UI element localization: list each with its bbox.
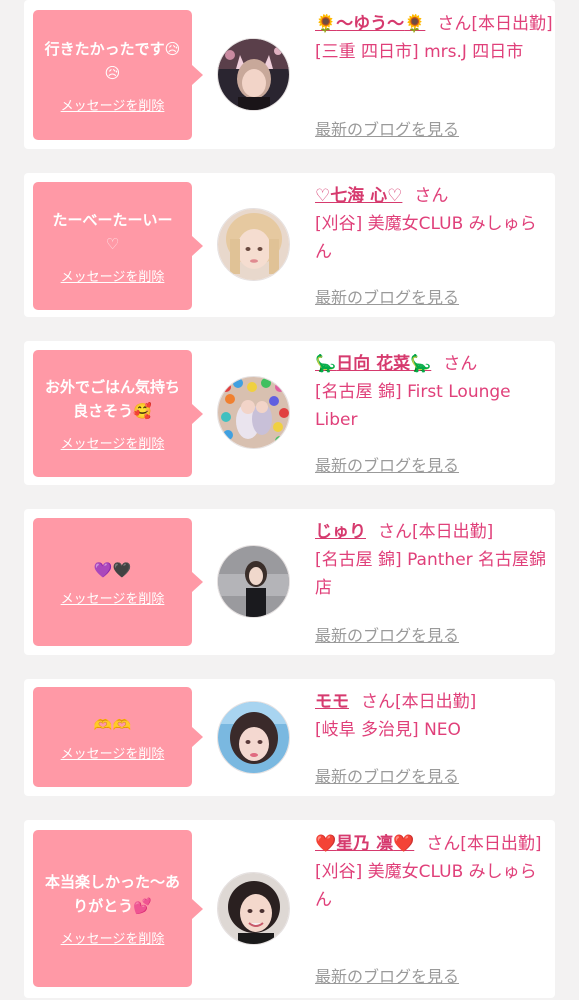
cast-name-link[interactable]: じゅり [315, 522, 366, 542]
message-bubble: 本当楽しかった〜ありがとう💕 メッセージを削除 [33, 830, 203, 987]
woman-smiling-photo-icon [218, 873, 289, 944]
attendance-status: [本日出勤] [471, 14, 553, 34]
girl-blue-light-photo-icon [218, 702, 289, 773]
cast-info: ♡七海 心♡ さん [刈谷] 美魔女CLUB みしゅらん [315, 182, 553, 266]
cast-info: 🌻〜ゆう〜🌻 さん[本日出勤] [三重 四日市] mrs.J 四日市 [315, 10, 553, 66]
latest-blog-link[interactable]: 最新のブログを見る [315, 284, 459, 308]
list-item: 💜🖤 メッセージを削除 じゅり さん[本日出勤] [名古屋 錦] Panther … [24, 509, 555, 655]
message-bubble: 🫶🫶 メッセージを削除 [33, 687, 203, 787]
dinosaur-icon: 🦕 [315, 354, 337, 374]
delete-message-link[interactable]: メッセージを削除 [61, 743, 165, 762]
latest-blog-link[interactable]: 最新のブログを見る [315, 963, 459, 987]
honorific-label: さん [361, 692, 395, 712]
list-item: たーべーたーいー ♡ メッセージを削除 ♡七海 心♡ さん [刈谷] 美魔女CLU… [24, 173, 555, 317]
honorific-label: さん [443, 354, 478, 374]
honorific-label: さん [426, 834, 461, 854]
cast-name-link[interactable]: ♡七海 心♡ [315, 186, 402, 206]
message-text: 本当楽しかった〜ありがとう💕 [44, 873, 180, 915]
cast-info: じゅり さん[本日出勤] [名古屋 錦] Panther 名古屋錦店 [315, 518, 553, 602]
panther-logo-photo-icon [218, 546, 289, 617]
message-bubble: お外でごはん気持ち良さそう🥰 メッセージを削除 [33, 350, 203, 477]
shop-link[interactable]: [刈谷] 美魔女CLUB みしゅらん [315, 862, 537, 910]
attendance-status: [本日出勤] [395, 692, 477, 712]
latest-blog-link[interactable]: 最新のブログを見る [315, 763, 459, 787]
attendance-status: [本日出勤] [412, 522, 494, 542]
heart-icon: ❤️ [393, 834, 415, 854]
heart-icon: ❤️ [315, 834, 337, 854]
cast-name-link[interactable]: ❤️星乃 凛❤️ [315, 834, 414, 854]
shop-link[interactable]: [名古屋 錦] First Lounge Liber [315, 382, 511, 430]
delete-message-link[interactable]: メッセージを削除 [61, 588, 165, 607]
avatar[interactable] [217, 208, 290, 281]
message-text: 💜🖤 [93, 560, 132, 579]
delete-message-link[interactable]: メッセージを削除 [61, 266, 165, 285]
heart-icon: ♡ [105, 234, 120, 253]
latest-blog-link[interactable]: 最新のブログを見る [315, 452, 459, 476]
message-text: 🫶🫶 [93, 715, 132, 734]
message-bubble: 💜🖤 メッセージを削除 [33, 518, 203, 646]
list-item: 行きたかったです😥😥 メッセージを削除 🌻〜ゆう〜🌻 さん[本日出勤] [三重 四… [24, 0, 555, 149]
girl-cat-ears-photo-icon [218, 39, 289, 110]
cast-info: ❤️星乃 凛❤️ さん[本日出勤] [刈谷] 美魔女CLUB みしゅらん [315, 830, 553, 914]
avatar[interactable] [217, 376, 290, 449]
shop-link[interactable]: [名古屋 錦] Panther 名古屋錦店 [315, 550, 546, 598]
cast-name-link[interactable]: 🦕日向 花菜🦕 [315, 354, 431, 374]
shop-link[interactable]: [岐阜 多治見] NEO [315, 720, 461, 740]
delete-message-link[interactable]: メッセージを削除 [61, 95, 165, 114]
cast-name-link[interactable]: モモ [315, 692, 349, 712]
message-text: お外でごはん気持ち良さそう🥰 [44, 378, 180, 420]
cast-name-link[interactable]: 🌻〜ゆう〜🌻 [315, 14, 425, 34]
sunflower-icon: 🌻 [404, 14, 426, 34]
delete-message-link[interactable]: メッセージを削除 [61, 433, 165, 452]
avatar[interactable] [217, 38, 290, 111]
list-item: お外でごはん気持ち良さそう🥰 メッセージを削除 🦕日向 花菜🦕 さん [名古屋 … [24, 341, 555, 485]
message-text: たーべーたーいー ♡ [52, 210, 173, 253]
message-text: 行きたかったです😥😥 [44, 39, 181, 82]
list-item: 本当楽しかった〜ありがとう💕 メッセージを削除 ❤️星乃 凛❤️ さん[本日出勤]… [24, 820, 555, 998]
attendance-status: [本日出勤] [460, 834, 542, 854]
cast-info: モモ さん[本日出勤] [岐阜 多治見] NEO [315, 688, 553, 744]
avatar[interactable] [217, 872, 290, 945]
delete-message-link[interactable]: メッセージを削除 [61, 928, 165, 947]
honorific-label: さん [378, 522, 412, 542]
honorific-label: さん [437, 14, 472, 34]
avatar[interactable] [217, 701, 290, 774]
avatar[interactable] [217, 545, 290, 618]
honorific-label: さん [414, 186, 449, 206]
cast-info: 🦕日向 花菜🦕 さん [名古屋 錦] First Lounge Liber [315, 350, 553, 434]
latest-blog-link[interactable]: 最新のブログを見る [315, 116, 459, 140]
sunflower-icon: 🌻 [315, 14, 337, 34]
list-item: 🫶🫶 メッセージを削除 モモ さん[本日出勤] [岐阜 多治見] NEO 最新のブ… [24, 679, 555, 796]
shop-link[interactable]: [刈谷] 美魔女CLUB みしゅらん [315, 214, 537, 262]
dinosaur-icon: 🦕 [410, 354, 432, 374]
ball-pit-photo-icon [218, 377, 289, 448]
blonde-girl-photo-icon [218, 209, 289, 280]
latest-blog-link[interactable]: 最新のブログを見る [315, 622, 459, 646]
message-bubble: たーべーたーいー ♡ メッセージを削除 [33, 182, 203, 310]
message-bubble: 行きたかったです😥😥 メッセージを削除 [33, 10, 203, 140]
shop-link[interactable]: [三重 四日市] mrs.J 四日市 [315, 42, 523, 62]
message-list: 行きたかったです😥😥 メッセージを削除 🌻〜ゆう〜🌻 さん[本日出勤] [三重 四… [0, 0, 579, 1000]
